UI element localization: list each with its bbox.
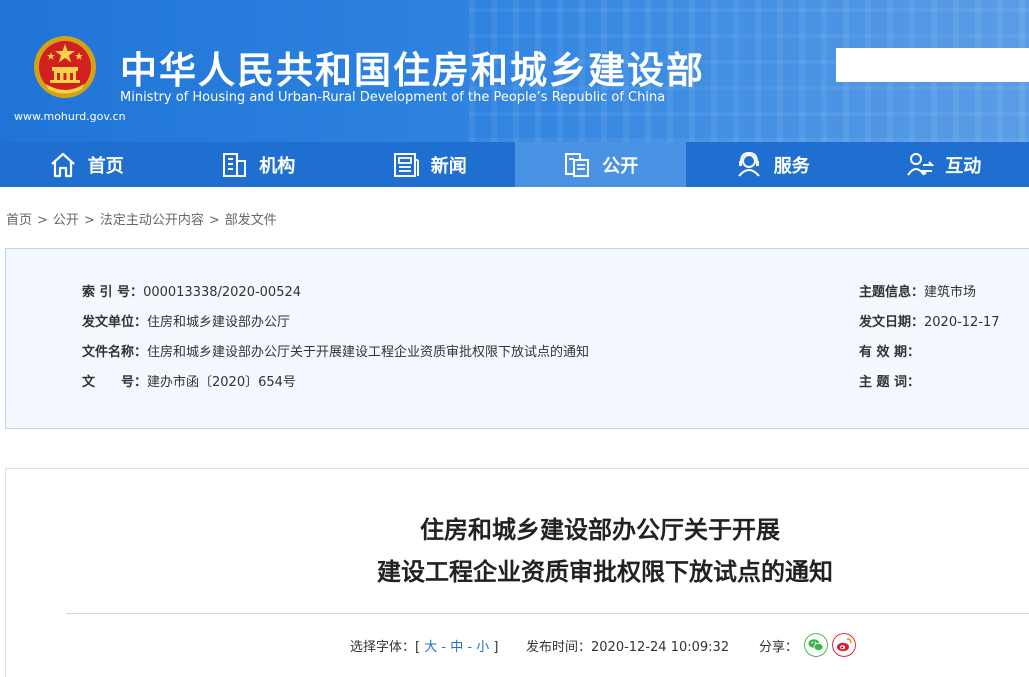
wechat-share-icon[interactable]	[804, 633, 828, 657]
search-input[interactable]	[836, 48, 1029, 82]
breadcrumb-home[interactable]: 首页	[6, 213, 32, 228]
building-icon	[223, 152, 247, 177]
info-date: 发文日期：2020-12-17	[859, 315, 1000, 330]
nav-label: 机构	[259, 155, 296, 177]
nav-label: 互动	[945, 155, 982, 177]
font-small-link[interactable]: 小	[476, 640, 489, 655]
share-label: 分享：	[759, 640, 799, 655]
breadcrumb-public[interactable]: 公开	[53, 213, 79, 228]
nav-label: 服务	[773, 155, 810, 177]
font-size-selector: 选择字体：[ 大 - 中 - 小 ]	[350, 640, 499, 655]
nav-item-service[interactable]: 服务	[686, 142, 858, 187]
weibo-share-icon[interactable]	[832, 633, 856, 657]
info-topic: 主题信息：建筑市场	[859, 285, 977, 300]
site-title-cn: 中华人民共和国住房和城乡建设部	[120, 49, 705, 92]
nav-item-interaction[interactable]: 互动	[858, 142, 1029, 187]
info-docno: 文 号：建办市函〔2020〕654号	[82, 375, 296, 390]
site-title-en: Ministry of Housing and Urban-Rural Deve…	[120, 90, 666, 105]
nav-item-home[interactable]: 首页	[0, 142, 172, 187]
info-validity: 有 效 期：	[859, 345, 921, 360]
nav-label: 公开	[602, 155, 639, 177]
nav-label: 首页	[87, 155, 124, 177]
home-icon	[51, 152, 75, 177]
article-title-line1: 住房和城乡建设部办公厅关于开展	[420, 516, 780, 544]
site-url: www.mohurd.gov.cn	[14, 110, 126, 123]
info-filename: 文件名称：住房和城乡建设部办公厅关于开展建设工程企业资质审批权限下放试点的通知	[82, 345, 590, 360]
newspaper-icon	[393, 152, 419, 177]
info-keywords: 主 题 词：	[859, 375, 921, 390]
font-large-link[interactable]: 大	[424, 640, 437, 655]
info-index: 索 引 号：000013338/2020-00524	[82, 285, 302, 300]
service-person-icon	[737, 151, 760, 177]
article-title-line2: 建设工程企业资质审批权限下放试点的通知	[377, 558, 833, 586]
document-info-panel	[5, 248, 1029, 429]
breadcrumb-dept-docs[interactable]: 部发文件	[225, 213, 277, 228]
font-medium-link[interactable]: 中	[450, 640, 463, 655]
info-issuer: 发文单位：住房和城乡建设部办公厅	[82, 315, 291, 330]
nav-item-news[interactable]: 新闻	[343, 142, 515, 187]
nav-label: 新闻	[430, 155, 467, 177]
national-emblem-icon	[34, 36, 96, 98]
title-divider	[66, 613, 1029, 614]
interaction-icon	[907, 152, 935, 176]
document-icon	[565, 152, 590, 177]
site-header: 中华人民共和国住房和城乡建设部 Ministry of Housing and …	[0, 0, 1029, 142]
main-nav: 首页 机构 新闻 公开 服务 互动	[0, 142, 1029, 187]
breadcrumb-statutory[interactable]: 法定主动公开内容	[100, 213, 204, 228]
breadcrumb: 首页 > 公开 > 法定主动公开内容 > 部发文件	[6, 213, 277, 228]
nav-item-public[interactable]: 公开	[514, 142, 686, 187]
publish-time: 发布时间：2020-12-24 10:09:32	[526, 640, 730, 655]
nav-item-organization[interactable]: 机构	[172, 142, 344, 187]
